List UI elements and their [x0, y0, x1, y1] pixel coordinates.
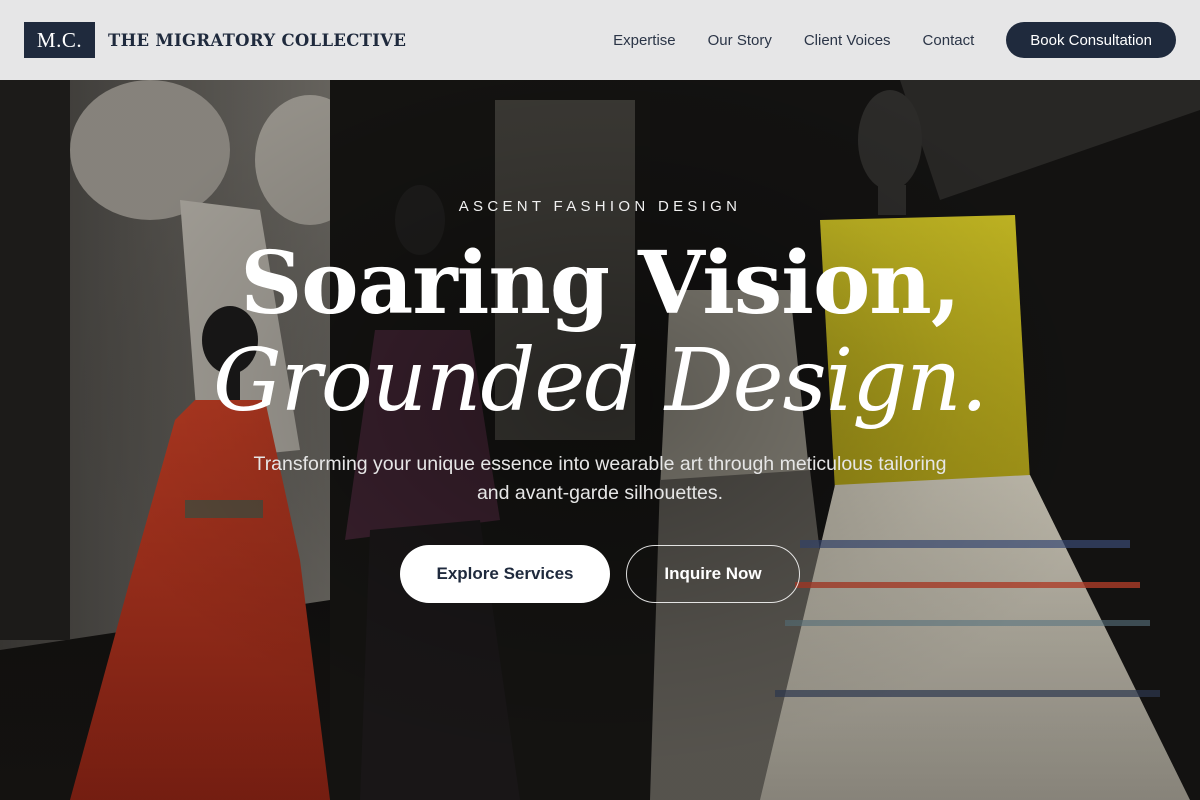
site-header: M.C. THE MIGRATORY COLLECTIVE Expertise …	[0, 0, 1200, 80]
hero-title-line-1: Soaring Vision,	[240, 233, 961, 334]
inquire-now-button[interactable]: Inquire Now	[626, 545, 800, 603]
logo-mark[interactable]: M.C.	[24, 22, 95, 58]
explore-services-button[interactable]: Explore Services	[400, 545, 610, 603]
nav-link-contact[interactable]: Contact	[923, 32, 975, 49]
nav-link-our-story[interactable]: Our Story	[708, 32, 772, 49]
brand-name[interactable]: THE MIGRATORY COLLECTIVE	[108, 31, 406, 50]
hero-eyebrow: ASCENT FASHION DESIGN	[458, 198, 742, 215]
nav-link-client-voices[interactable]: Client Voices	[804, 32, 891, 49]
main-nav: Expertise Our Story Client Voices Contac…	[613, 32, 974, 49]
book-consultation-button[interactable]: Book Consultation	[1006, 22, 1176, 58]
hero-title-line-2: Grounded Design.	[213, 331, 988, 431]
hero-subtitle: Transforming your unique essence into we…	[253, 453, 947, 504]
hero-buttons: Explore Services Inquire Now	[0, 545, 1200, 603]
nav-link-expertise[interactable]: Expertise	[613, 32, 676, 49]
